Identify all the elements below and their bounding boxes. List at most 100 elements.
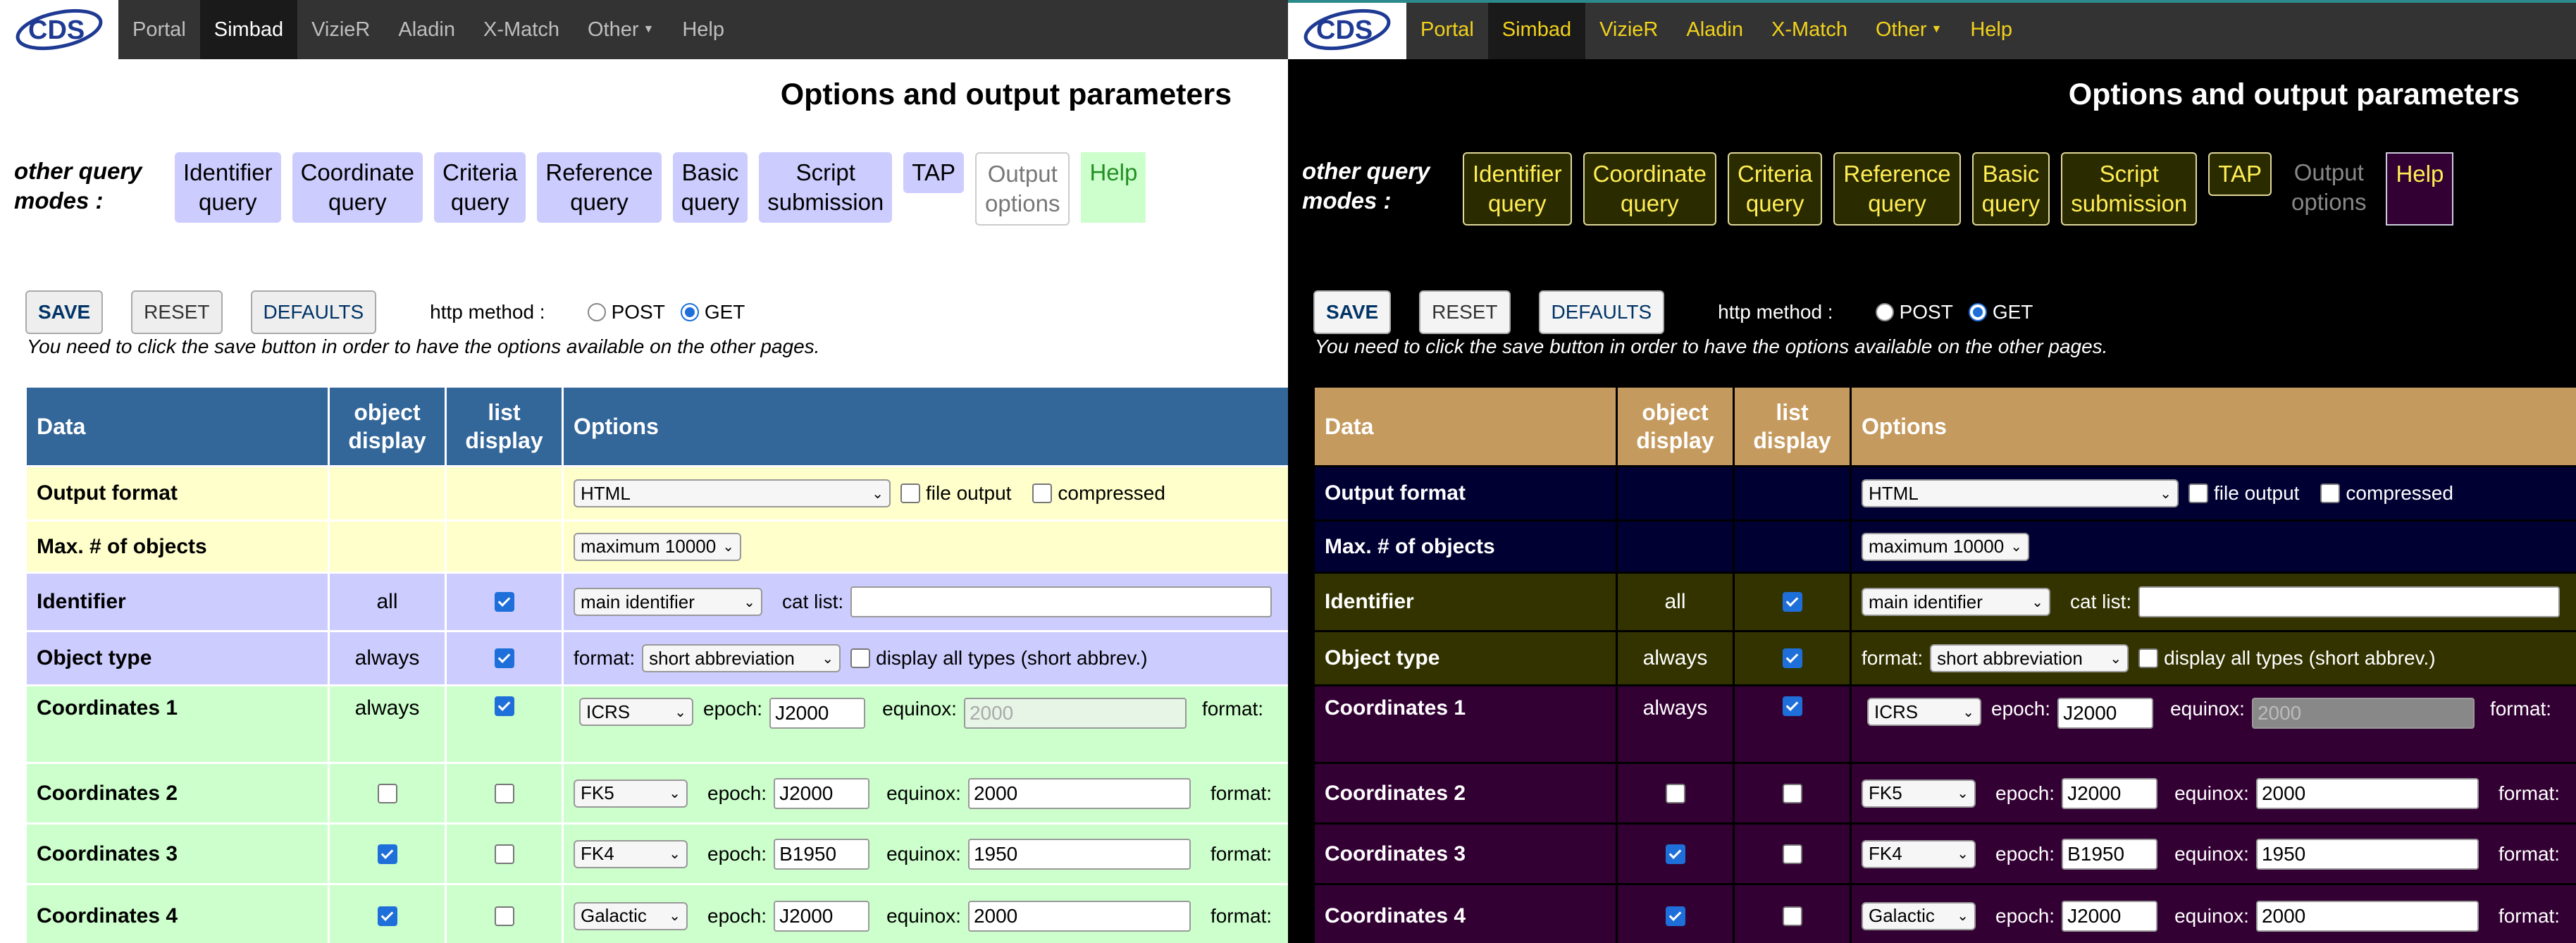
tab-tap[interactable]: TAP (2208, 152, 2272, 196)
reset-button[interactable]: RESET (131, 290, 223, 334)
tab-reference-query[interactable]: Reference query (1833, 152, 1961, 226)
tab-script-submission[interactable]: Script submission (759, 152, 893, 223)
compressed-option[interactable]: compressed (1032, 482, 1165, 505)
tab-coordinate-query[interactable]: Coordinate query (292, 152, 423, 223)
tab-basic-query[interactable]: Basic query (1971, 152, 2050, 226)
row-label: Max. # of objects (27, 522, 330, 574)
tab-criteria-query[interactable]: Criteria query (1728, 152, 1823, 226)
nav-aladin-label: Aladin (398, 18, 455, 41)
nav-xmatch[interactable]: X-Match (1757, 0, 1862, 59)
list-display-checkbox[interactable] (494, 648, 514, 668)
cds-logo[interactable]: CDS (1288, 0, 1406, 59)
coord3-equinox-input[interactable]: 1950 (967, 838, 1191, 870)
nav-vizier[interactable]: VizieR (1585, 0, 1672, 59)
list-display-checkbox[interactable] (494, 783, 514, 803)
get-radio[interactable]: GET (680, 301, 745, 323)
nav-other-dropdown[interactable]: Other ▼ (574, 0, 668, 59)
nav-portal[interactable]: Portal (118, 0, 200, 59)
list-display-checkbox[interactable] (1782, 906, 1802, 926)
coord3-frame-select[interactable]: FK4 ⌄ (574, 839, 688, 868)
coord4-equinox-input[interactable]: 2000 (967, 900, 1191, 932)
cat-list-input[interactable] (850, 586, 1272, 617)
save-button[interactable]: SAVE (1313, 290, 1392, 334)
list-display-checkbox[interactable] (1782, 648, 1802, 668)
tab-script-submission[interactable]: Script submission (2061, 152, 2198, 226)
list-display-checkbox[interactable] (494, 844, 514, 864)
display-all-types-option[interactable]: display all types (short abbrev.) (2138, 647, 2436, 670)
object-display-checkbox[interactable] (1665, 783, 1685, 803)
list-display-checkbox[interactable] (494, 592, 514, 612)
cat-list-input[interactable] (2138, 586, 2560, 617)
nav-help[interactable]: Help (668, 0, 738, 59)
tab-basic-query[interactable]: Basic query (672, 152, 748, 223)
file-output-option[interactable]: file output (2188, 482, 2299, 505)
nav-simbad[interactable]: Simbad (1487, 0, 1586, 59)
coord1-epoch-input[interactable]: J2000 (769, 698, 866, 729)
nav-simbad[interactable]: Simbad (199, 0, 298, 59)
list-display-checkbox[interactable] (494, 906, 514, 926)
tab-reference-query[interactable]: Reference query (537, 152, 662, 223)
coord2-epoch-input[interactable]: J2000 (774, 777, 870, 809)
coord4-frame-select[interactable]: Galactic ⌄ (574, 901, 688, 930)
identifier-select[interactable]: main identifier ⌄ (1862, 588, 2050, 616)
output-format-select[interactable]: HTML ⌄ (574, 479, 891, 507)
max-objects-select[interactable]: maximum 10000 ⌄ (574, 532, 741, 561)
coord3-frame-select[interactable]: FK4 ⌄ (1862, 839, 1976, 868)
list-display-checkbox[interactable] (1782, 783, 1802, 803)
reset-button[interactable]: RESET (1419, 290, 1511, 334)
coord1-epoch-input[interactable]: J2000 (2057, 698, 2154, 729)
list-display-checkbox[interactable] (1782, 696, 1802, 716)
coord4-epoch-input[interactable]: J2000 (774, 900, 870, 932)
identifier-select[interactable]: main identifier ⌄ (574, 588, 762, 616)
tab-tap[interactable]: TAP (903, 152, 965, 193)
nav-aladin[interactable]: Aladin (1672, 0, 1757, 59)
tab-identifier-query[interactable]: Identifier query (175, 152, 281, 223)
cds-logo[interactable]: CDS (0, 0, 118, 59)
list-display-checkbox[interactable] (494, 696, 514, 716)
coord2-epoch-input[interactable]: J2000 (2062, 777, 2158, 809)
coord2-equinox-input[interactable]: 2000 (967, 777, 1191, 809)
coord4-epoch-input[interactable]: J2000 (2062, 900, 2158, 932)
nav-portal[interactable]: Portal (1406, 0, 1488, 59)
coord1-frame-select[interactable]: ICRS ⌄ (579, 698, 693, 726)
file-output-option[interactable]: file output (900, 482, 1011, 505)
coord2-frame-select[interactable]: FK5 ⌄ (1862, 779, 1976, 808)
tab-identifier-query[interactable]: Identifier query (1463, 152, 1572, 226)
list-display-checkbox[interactable] (1782, 592, 1802, 612)
display-all-types-option[interactable]: display all types (short abbrev.) (850, 647, 1148, 670)
post-radio[interactable]: POST (1875, 301, 1953, 323)
get-radio[interactable]: GET (1968, 301, 2033, 323)
object-type-format-select[interactable]: short abbreviation ⌄ (642, 644, 841, 672)
nav-other-dropdown[interactable]: Other ▼ (1862, 0, 1956, 59)
nav-vizier[interactable]: VizieR (297, 0, 384, 59)
compressed-option[interactable]: compressed (2320, 482, 2453, 505)
coord3-epoch-input[interactable]: B1950 (2062, 838, 2158, 870)
tab-coordinate-query[interactable]: Coordinate query (1583, 152, 1717, 226)
tab-help[interactable]: Help (1081, 152, 1146, 223)
nav-xmatch[interactable]: X-Match (469, 0, 574, 59)
post-radio[interactable]: POST (587, 301, 665, 323)
coord3-equinox-input[interactable]: 1950 (2255, 838, 2479, 870)
coord1-frame-select[interactable]: ICRS ⌄ (1867, 698, 1981, 726)
coord3-epoch-input[interactable]: B1950 (774, 838, 870, 870)
coord4-equinox-input[interactable]: 2000 (2255, 900, 2479, 932)
coord4-frame-select[interactable]: Galactic ⌄ (1862, 901, 1976, 930)
coord2-frame-select[interactable]: FK5 ⌄ (574, 779, 688, 808)
object-display-checkbox[interactable] (377, 906, 397, 926)
save-button[interactable]: SAVE (25, 290, 104, 334)
coord2-equinox-input[interactable]: 2000 (2255, 777, 2479, 809)
object-type-format-select[interactable]: short abbreviation ⌄ (1930, 644, 2129, 672)
tab-criteria-query[interactable]: Criteria query (434, 152, 526, 223)
object-display-checkbox[interactable] (377, 783, 397, 803)
list-display-checkbox[interactable] (1782, 844, 1802, 864)
nav-help[interactable]: Help (1956, 0, 2026, 59)
nav-aladin[interactable]: Aladin (384, 0, 469, 59)
object-display-checkbox[interactable] (1665, 844, 1685, 864)
object-display-checkbox[interactable] (1665, 906, 1685, 926)
max-objects-select[interactable]: maximum 10000 ⌄ (1862, 532, 2029, 561)
defaults-button[interactable]: DEFAULTS (1538, 290, 1665, 334)
output-format-select[interactable]: HTML ⌄ (1862, 479, 2179, 507)
defaults-button[interactable]: DEFAULTS (250, 290, 377, 334)
object-display-checkbox[interactable] (377, 844, 397, 864)
tab-help[interactable]: Help (2386, 152, 2454, 226)
